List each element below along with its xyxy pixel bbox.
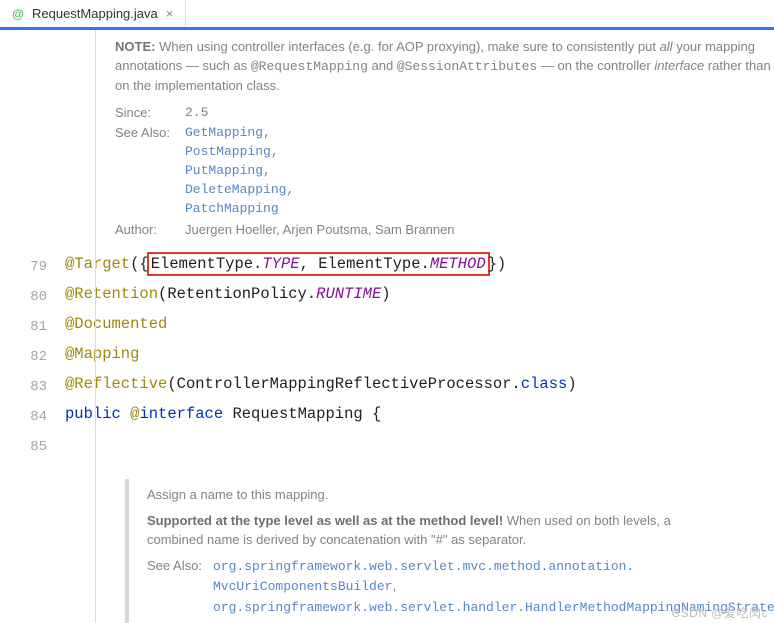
tab-bar: @ RequestMapping.java × <box>0 0 774 30</box>
close-icon[interactable]: × <box>164 6 176 21</box>
line-gutter: 79 80 81 82 83 84 85 <box>0 30 65 623</box>
editor-tab[interactable]: @ RequestMapping.java × <box>0 0 186 27</box>
code-line-84: public @interface RequestMapping { <box>65 399 774 429</box>
line-number: 84 <box>0 402 47 432</box>
annotation-icon: @ <box>10 6 26 22</box>
doc2-p1: Assign a name to this mapping. <box>147 485 725 505</box>
code-line-80: @Retention(RetentionPolicy.RUNTIME) <box>65 279 774 309</box>
code-line-83: @Reflective(ControllerMappingReflectiveP… <box>65 369 774 399</box>
javadoc-note: NOTE: When using controller interfaces (… <box>115 38 774 96</box>
line-number: 85 <box>0 432 47 462</box>
since-value: 2.5 <box>185 104 774 123</box>
see-also-links: GetMapping, PostMapping, PutMapping, Del… <box>185 124 774 218</box>
javadoc-meta: Since: 2.5 See Also: GetMapping, PostMap… <box>115 104 774 240</box>
link-putmapping[interactable]: PutMapping <box>185 163 263 178</box>
author-label: Author: <box>115 221 185 240</box>
link-patchmapping[interactable]: PatchMapping <box>185 201 279 216</box>
line-number: 79 <box>0 252 47 282</box>
author-value: Juergen Hoeller, Arjen Poutsma, Sam Bran… <box>185 221 774 240</box>
watermark: CSDN @爱吃肉c <box>671 604 768 621</box>
code-line-79: @Target({ElementType.TYPE, ElementType.M… <box>65 249 774 279</box>
line-number: 81 <box>0 312 47 342</box>
tab-label: RequestMapping.java <box>32 6 158 21</box>
link-getmapping[interactable]: GetMapping <box>185 125 263 140</box>
javadoc-block-2: Assign a name to this mapping. Supported… <box>125 479 725 623</box>
doc2-p2: Supported at the type level as well as a… <box>147 511 725 550</box>
note-label: NOTE: <box>115 39 155 54</box>
code-line-81: @Documented <box>65 309 774 339</box>
editor: 79 80 81 82 83 84 85 NOTE: When using co… <box>0 30 774 623</box>
line-number: 83 <box>0 372 47 402</box>
javadoc-block: NOTE: When using controller interfaces (… <box>115 30 774 239</box>
line-number: 82 <box>0 342 47 372</box>
see-also-label-2: See Also: <box>147 556 213 618</box>
line-number: 80 <box>0 282 47 312</box>
since-label: Since: <box>115 104 185 123</box>
link-postmapping[interactable]: PostMapping <box>185 144 271 159</box>
code-line-85 <box>65 429 774 459</box>
code-area[interactable]: @Target({ElementType.TYPE, ElementType.M… <box>65 249 774 459</box>
editor-main: NOTE: When using controller interfaces (… <box>65 30 774 623</box>
fold-guide <box>95 30 96 623</box>
see-also-label: See Also: <box>115 124 185 218</box>
code-line-82: @Mapping <box>65 339 774 369</box>
link-mvcuri[interactable]: org.springframework.web.servlet.mvc.meth… <box>213 559 634 595</box>
link-deletemapping[interactable]: DeleteMapping <box>185 182 286 197</box>
